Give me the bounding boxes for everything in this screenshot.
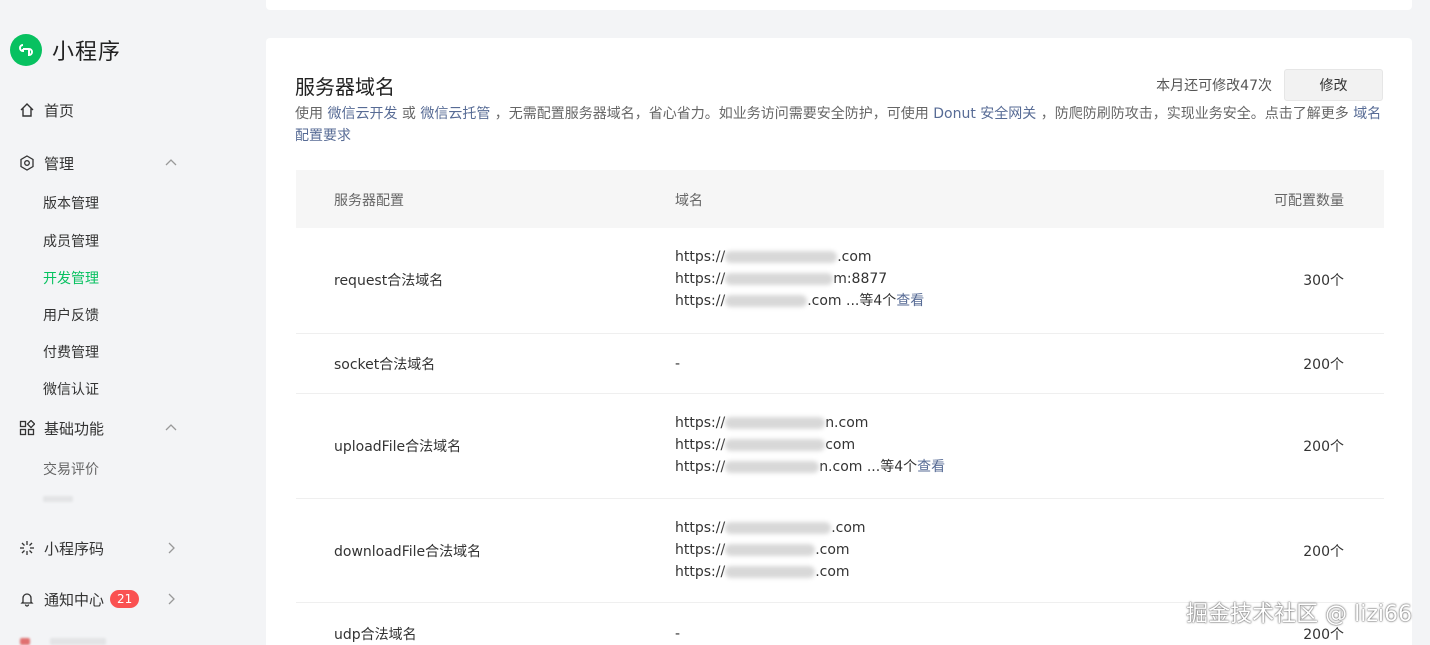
chevron-up-icon[interactable] [162, 419, 180, 437]
nav-qrcode-label: 小程序码 [44, 539, 105, 558]
previous-section-card [266, 0, 1412, 10]
table-row: downloadFile合法域名 https://.com https://.c… [296, 499, 1384, 603]
config-count: 200个 [1303, 357, 1344, 373]
description: 使用 微信云开发 或 微信云托管 ，无需配置服务器域名，省心省力。如业务访问需要… [295, 103, 1385, 147]
config-name: uploadFile合法域名 [334, 439, 462, 455]
desc-text: ，防爬防刷防攻击，实现业务安全。点击了解更多 [1036, 106, 1354, 122]
home-icon [18, 101, 36, 119]
domain-item: https://.com [675, 249, 872, 265]
cloud-hosting-link[interactable]: 微信云托管 [420, 106, 490, 122]
view-more-link[interactable]: 查看 [896, 293, 924, 309]
mini-program-logo-icon [10, 34, 42, 66]
domain-item: https://.com [675, 542, 850, 558]
donut-gateway-link[interactable]: Donut 安全网关 [933, 106, 1036, 122]
sidebar: 小程序 首页 管理 版本管理 成员管理 开发管理 用户反馈 付费管理 微信认证 … [0, 0, 240, 645]
sidebar-item-feedback[interactable]: 用户反馈 [43, 305, 99, 325]
nav-home-label: 首页 [44, 101, 75, 120]
config-count: 200个 [1303, 439, 1344, 455]
table-row: socket合法域名 - 200个 [296, 334, 1384, 394]
table-row: request合法域名 https://.com https://m:8877 … [296, 228, 1384, 334]
domain-item: https://com [675, 437, 856, 453]
config-count: 200个 [1303, 544, 1344, 560]
domain-item: https://n.com ...等4个查看 [675, 459, 946, 475]
chevron-right-icon[interactable] [162, 590, 180, 608]
config-count: 300个 [1303, 273, 1344, 289]
domain-list: https://.com https://.com https://.com [675, 517, 866, 583]
table-row: uploadFile合法域名 https://n.com https://com… [296, 394, 1384, 499]
domain-empty: - [675, 626, 681, 642]
section-title: 服务器域名 [295, 75, 395, 99]
server-domain-card: 服务器域名 本月还可修改47次 修改 使用 微信云开发 或 微信云托管 ，无需配… [266, 38, 1412, 645]
remaining-edits: 本月还可修改47次 [1156, 78, 1272, 94]
blurred-item [43, 496, 73, 502]
view-more-link[interactable]: 查看 [917, 459, 945, 475]
sidebar-item-members[interactable]: 成员管理 [43, 231, 99, 251]
chevron-up-icon[interactable] [162, 154, 180, 172]
column-config: 服务器配置 [334, 193, 404, 209]
edit-button[interactable]: 修改 [1284, 69, 1383, 101]
config-name: udp合法域名 [334, 627, 417, 643]
domain-list: https://.com https://m:8877 https://.com… [675, 246, 924, 312]
watermark: 掘金技术社区 @ lizi66 [1186, 602, 1412, 627]
cloud-dev-link[interactable]: 微信云开发 [327, 106, 397, 122]
domain-item: https://.com ...等4个查看 [675, 293, 925, 309]
sidebar-item-payment[interactable]: 付费管理 [43, 342, 99, 362]
table-header: 服务器配置 域名 可配置数量 [296, 170, 1384, 228]
brand[interactable]: 小程序 [10, 34, 121, 66]
bell-icon [18, 590, 36, 608]
nav-manage-label: 管理 [44, 154, 75, 173]
sidebar-item-review[interactable]: 交易评价 [43, 459, 99, 479]
gear-icon [18, 154, 36, 172]
domain-list: https://n.com https://com https://n.com … [675, 412, 945, 478]
config-name: socket合法域名 [334, 357, 436, 373]
nav-notify[interactable]: 通知中心 21 [18, 587, 188, 611]
sunburst-icon [18, 539, 36, 557]
sidebar-item-verify[interactable]: 微信认证 [43, 379, 99, 399]
blurred-account [50, 638, 106, 645]
grid-icon [18, 419, 36, 437]
nav-notify-label: 通知中心 [44, 590, 105, 609]
brand-title: 小程序 [52, 40, 122, 65]
desc-text: ，无需配置服务器域名，省心省力。如业务访问需要安全防护，可使用 [490, 106, 934, 122]
sidebar-item-version[interactable]: 版本管理 [43, 193, 99, 213]
nav-basic-label: 基础功能 [44, 419, 105, 438]
column-count: 可配置数量 [1274, 193, 1344, 209]
desc-text: 使用 [295, 106, 328, 122]
nav-basic[interactable]: 基础功能 [18, 416, 188, 440]
nav-manage[interactable]: 管理 [18, 151, 188, 175]
domain-item: https://m:8877 [675, 271, 888, 287]
blurred-avatar [20, 638, 30, 645]
domain-item: https://.com [675, 564, 850, 580]
domain-item: https://n.com [675, 415, 869, 431]
nav-home[interactable]: 首页 [18, 98, 188, 122]
sidebar-item-dev[interactable]: 开发管理 [43, 268, 99, 288]
config-name: downloadFile合法域名 [334, 544, 482, 560]
chevron-right-icon[interactable] [162, 539, 180, 557]
domain-item: https://.com [675, 520, 866, 536]
nav-qrcode[interactable]: 小程序码 [18, 536, 188, 560]
column-domain: 域名 [675, 193, 703, 209]
desc-text: 或 [397, 106, 421, 122]
notify-badge: 21 [110, 590, 140, 608]
config-name: request合法域名 [334, 273, 444, 289]
domain-empty: - [675, 356, 681, 372]
